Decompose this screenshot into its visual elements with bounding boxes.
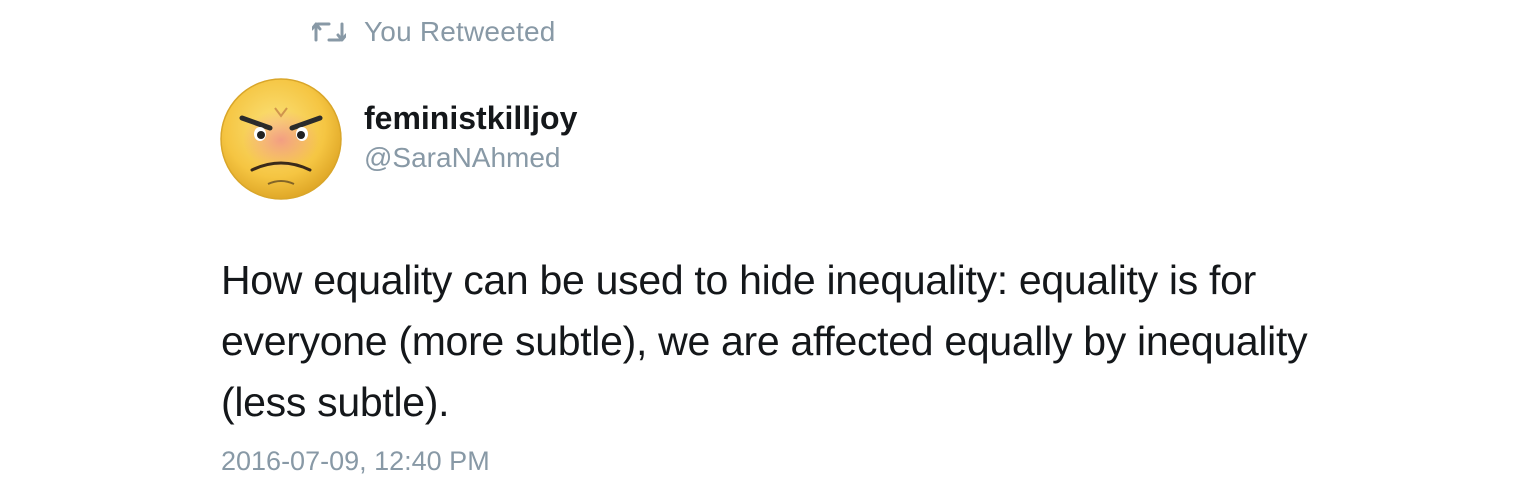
angry-face-icon <box>220 78 342 200</box>
retweet-label: You Retweeted <box>364 16 556 47</box>
user-info[interactable]: feministkilljoy @SaraNAhmed <box>364 98 577 176</box>
tweet-timestamp[interactable]: 2016-07-09, 12:40 PM <box>221 446 490 477</box>
display-name[interactable]: feministkilljoy <box>364 98 577 138</box>
retweet-icon <box>310 21 348 43</box>
retweet-context: You Retweeted <box>310 14 556 50</box>
avatar[interactable] <box>220 78 342 200</box>
user-handle[interactable]: @SaraNAhmed <box>364 140 577 176</box>
tweet-text: How equality can be used to hide inequal… <box>221 257 1308 425</box>
